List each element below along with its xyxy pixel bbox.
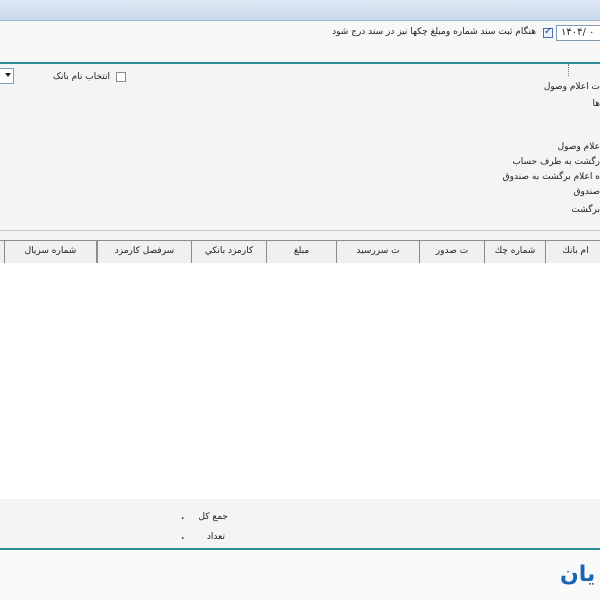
option-item[interactable]: علام وصول [558,142,600,152]
option-item[interactable]: برگشت [571,205,600,215]
bottom-bar [0,551,600,600]
bank-dropdown[interactable] [0,68,14,84]
column-header-due-date[interactable]: ت سررسيد [336,241,419,263]
grid-header: ام بانك شماره چك ت صدور ت سررسيد مبلغ کا… [0,240,600,264]
window-titlebar [0,0,600,21]
column-header-serial-number[interactable]: شماره سريال [4,241,97,263]
panel-edge-marker [568,64,570,76]
count-label: تعداد [206,532,225,542]
column-header-fee-heading[interactable]: سرفصل كارمزد [97,241,191,263]
column-header-bank-fee[interactable]: کارمزد بانکي [191,241,266,263]
register-check-in-document-checkbox[interactable] [543,26,553,38]
select-bank-name-checkbox[interactable] [116,72,126,82]
top-divider [0,62,600,64]
column-header-check-number[interactable]: شماره چك [484,241,545,263]
panel-divider [0,230,600,231]
option-item[interactable]: ه اعلام برگشت به صندوق [503,172,600,182]
checks-grid-body[interactable] [0,263,600,499]
column-header-amount[interactable]: مبلغ [266,241,336,263]
option-item[interactable]: صندوق [574,187,600,197]
chevron-down-icon [5,73,11,77]
select-bank-name-label: انتخاب نام بانک [52,72,110,82]
brand-logo: يان [560,562,596,587]
date-input[interactable]: ۱۴۰۴/ ۰ [556,25,600,41]
option-item[interactable]: ت اعلام وصول [544,82,600,92]
option-item[interactable]: ها [593,99,600,109]
column-header-bank-name[interactable]: ام بانك [545,241,600,263]
count-value: . [181,532,185,542]
total-value: . [181,512,185,522]
option-item[interactable]: رگشت به طرف حساب [512,157,600,167]
column-header-issue-date[interactable]: ت صدور [419,241,484,263]
bottom-divider [0,548,600,550]
totals-footer [0,500,600,547]
register-check-in-document-label: هنگام ثبت سند شماره ومبلغ چکها نیز در سن… [332,27,536,37]
total-label: جمع کل [198,512,228,522]
